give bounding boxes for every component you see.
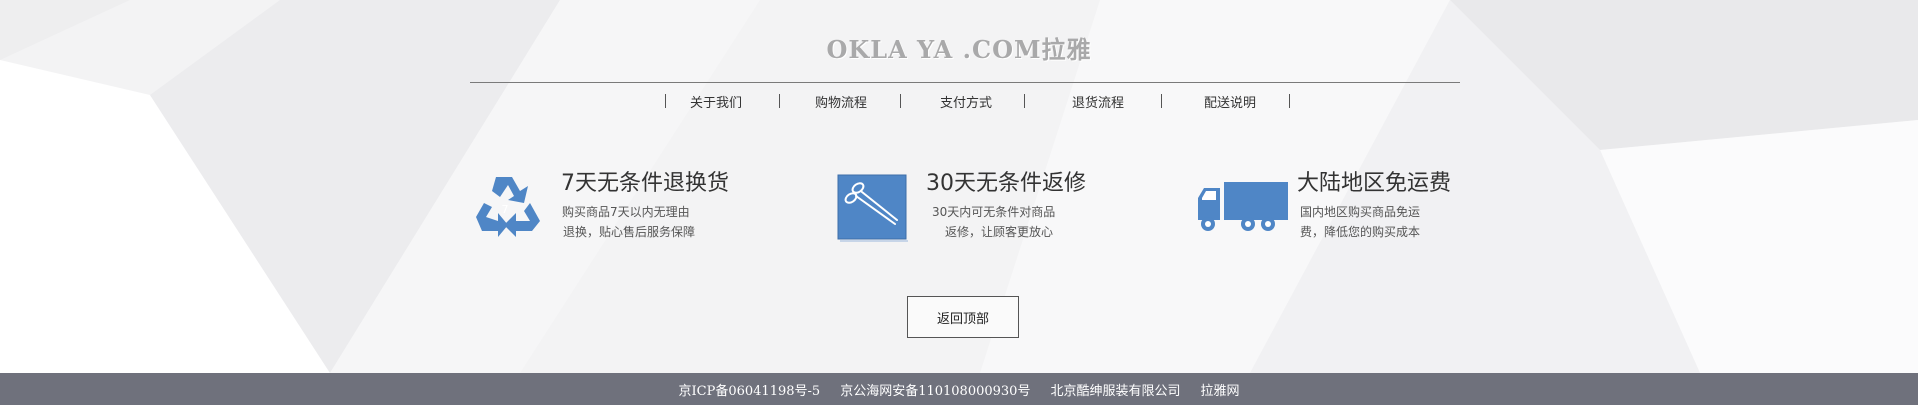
nav-separator bbox=[1161, 94, 1162, 108]
feature-title: 30天无条件返修 bbox=[926, 171, 1086, 196]
feature-desc-line: 返修，让顾客更放心 bbox=[945, 225, 1054, 239]
nav-item-payment[interactable]: 支付方式 bbox=[940, 92, 992, 111]
scissors-icon bbox=[837, 174, 908, 242]
header-divider bbox=[470, 82, 1460, 83]
back-to-top-button[interactable]: 返回顶部 bbox=[907, 296, 1019, 338]
feature-free-shipping: 大陆地区免运费 国内地区购买商品免运 费，降低您的购买成本 bbox=[1196, 165, 1476, 245]
feature-repair: 30天无条件返修 30天内可无条件对商品 返修，让顾客更放心 bbox=[837, 165, 1127, 245]
feature-title: 7天无条件退换货 bbox=[561, 171, 729, 196]
nav-item-returns[interactable]: 退货流程 bbox=[1072, 92, 1124, 111]
feature-title: 大陆地区免运费 bbox=[1297, 171, 1452, 196]
truck-icon bbox=[1198, 182, 1288, 231]
svg-text:7: 7 bbox=[502, 203, 509, 216]
nav-separator bbox=[900, 94, 901, 108]
site-footer: 京ICP备06041198号-5 京公海网安备110108000930号 北京酷… bbox=[0, 373, 1918, 405]
feature-desc-line: 退换，贴心售后服务保障 bbox=[563, 225, 696, 239]
feature-desc-line: 30天内可无条件对商品 bbox=[932, 205, 1056, 219]
nav-separator bbox=[1289, 94, 1290, 108]
nav-separator bbox=[1024, 94, 1025, 108]
nav-item-delivery[interactable]: 配送说明 bbox=[1204, 92, 1256, 111]
footer-icp-number: 京ICP备06041198号-5 bbox=[678, 383, 821, 399]
footer-site-link[interactable]: 拉雅网 bbox=[1200, 380, 1239, 399]
feature-desc-line: 费，降低您的购买成本 bbox=[1300, 225, 1421, 239]
footer-police-record: 京公海网安备110108000930号 bbox=[840, 383, 1031, 399]
brand-logo-text: OKLA YA .COM拉雅 bbox=[826, 35, 1092, 64]
recycle-icon: 7 bbox=[476, 177, 540, 237]
nav-item-about[interactable]: 关于我们 bbox=[690, 92, 742, 111]
feature-desc-line: 购买商品7天以内无理由 bbox=[562, 205, 690, 219]
nav-separator bbox=[665, 94, 666, 108]
footer-company-name: 北京酷绅服装有限公司 bbox=[1050, 383, 1181, 399]
nav-item-shopping-process[interactable]: 购物流程 bbox=[815, 92, 867, 111]
feature-desc-line: 国内地区购买商品免运 bbox=[1300, 205, 1421, 219]
footer-nav: 关于我们 购物流程 支付方式 退货流程 配送说明 bbox=[0, 90, 1918, 112]
feature-returns: 7 7天无条件退换货 购买商品7天以内无理由 退换，贴心售后服务保障 bbox=[472, 165, 752, 245]
nav-separator bbox=[779, 94, 780, 108]
